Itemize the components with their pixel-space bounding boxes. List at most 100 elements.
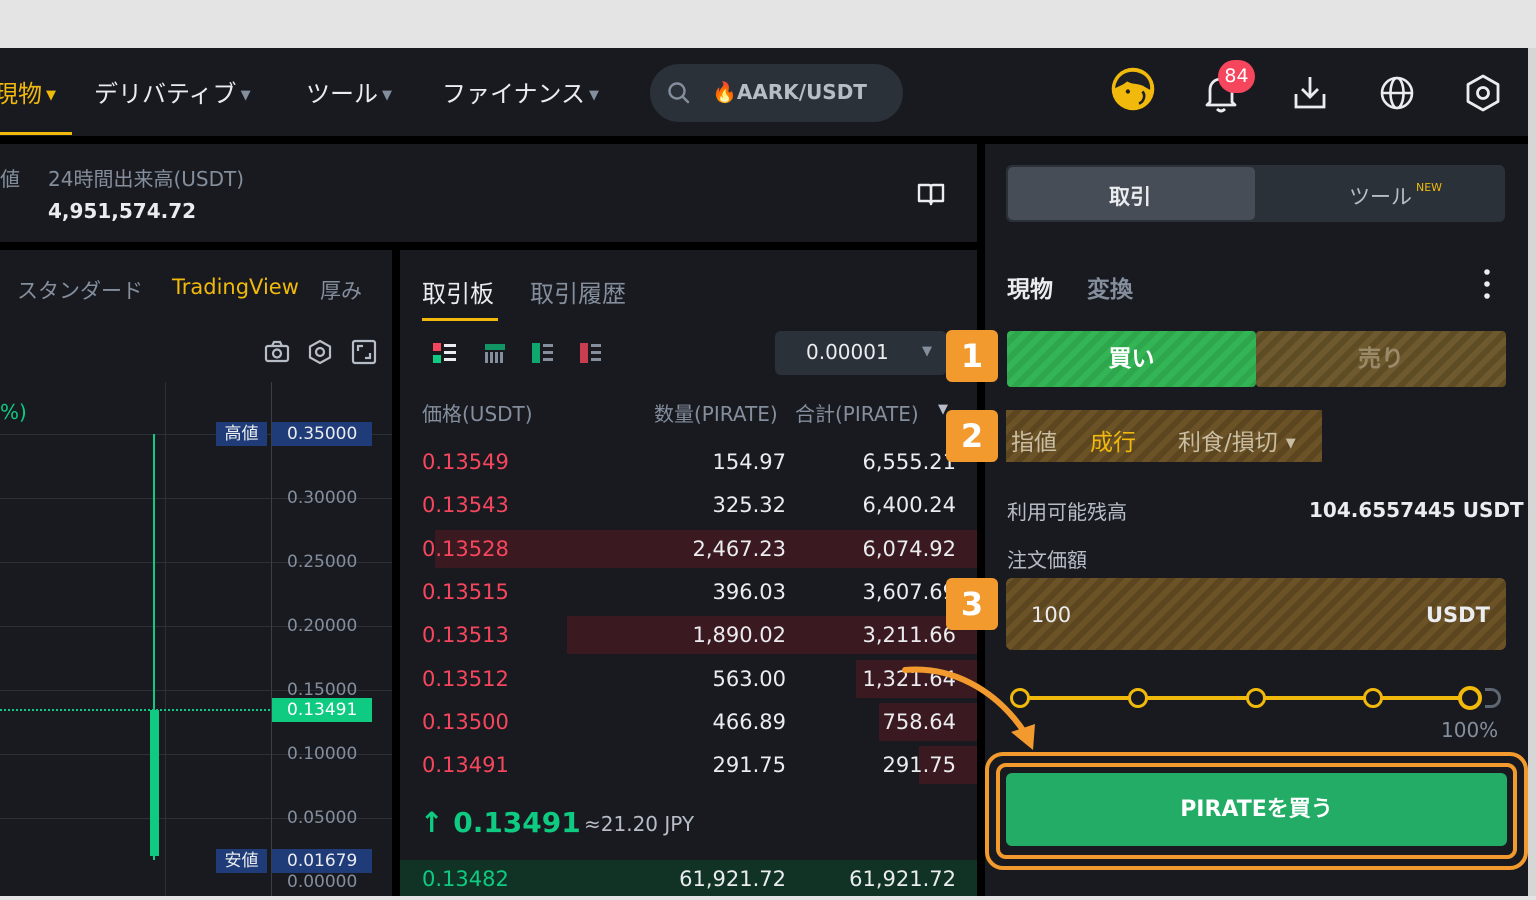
avatar[interactable] — [1110, 66, 1156, 112]
last-price: ↑ 0.13491 — [420, 806, 581, 839]
order-amount-unit: USDT — [1426, 603, 1490, 627]
orderbook-bids-icon[interactable] — [531, 341, 555, 365]
current-price-tag: 0.13491 — [272, 698, 372, 722]
header-total: 合計(PIRATE) — [795, 402, 919, 426]
globe-icon[interactable] — [1374, 70, 1420, 116]
tab-active-indicator — [422, 318, 498, 321]
high-label: 高値 — [216, 422, 267, 446]
candle-body — [150, 710, 159, 856]
price-tick: 0.25000 — [287, 552, 358, 572]
download-icon[interactable] — [1287, 70, 1333, 116]
ask-qty: 563.00 — [712, 666, 786, 691]
ask-price: 0.13515 — [422, 579, 509, 604]
order-type-market[interactable]: 成行 — [1090, 423, 1136, 457]
price-tick: 0.05000 — [287, 808, 358, 828]
step-badge-1: 1 — [946, 330, 998, 382]
available-balance-value: 104.6557445 USDT — [1309, 498, 1524, 522]
ask-row[interactable]: 0.13513 1,890.02 3,211.66 — [400, 616, 977, 655]
chart-tab-standard[interactable]: スタンダード — [17, 275, 143, 305]
ask-total: 6,555.21 — [862, 450, 956, 474]
nav-tools[interactable]: ツール ▼ — [306, 74, 392, 109]
search-placeholder: 🔥AARK/USDT — [712, 80, 867, 104]
nav-finance[interactable]: ファイナンス ▼ — [442, 74, 599, 109]
new-badge: NEW — [1416, 181, 1443, 194]
settings-icon[interactable] — [1460, 70, 1506, 116]
ask-row[interactable]: 0.13512 563.00 1,321.64 — [400, 659, 977, 698]
orderbook-asks-icon[interactable] — [579, 341, 603, 365]
order-type-tpsl[interactable]: 利食/損切 ▼ — [1178, 423, 1296, 457]
more-icon[interactable] — [1478, 266, 1496, 302]
orderbook-both-icon[interactable] — [432, 341, 458, 365]
search-icon — [668, 82, 690, 104]
ticker-clipped-label: 値 — [0, 167, 20, 191]
ask-row[interactable]: 0.13549 154.97 6,555.21 — [400, 443, 977, 481]
order-amount-label: 注文価額 — [1007, 548, 1087, 572]
slider-step-50[interactable] — [1246, 688, 1266, 708]
ask-total: 6,074.92 — [862, 536, 956, 561]
chart-percent-label: %) — [0, 400, 27, 424]
orderbook-trades-icon[interactable] — [483, 341, 507, 365]
ask-total: 6,400.24 — [862, 493, 956, 518]
ticker-bar — [0, 144, 977, 242]
bid-total: 61,921.72 — [849, 867, 956, 891]
ask-row[interactable]: 0.13543 325.32 6,400.24 — [400, 486, 977, 524]
ask-row[interactable]: 0.13515 396.03 3,607.69 — [400, 573, 977, 611]
chart-tab-tradingview[interactable]: TradingView — [172, 275, 299, 299]
step-badge-2: 2 — [946, 410, 998, 462]
volume-label: 24時間出来高(USDT) — [48, 167, 245, 191]
ask-price: 0.13549 — [422, 450, 509, 474]
ask-price: 0.13528 — [422, 536, 509, 561]
order-type-limit[interactable]: 指値 — [1011, 423, 1057, 457]
current-price-line — [0, 709, 270, 711]
camera-icon[interactable] — [263, 338, 291, 366]
price-tick: 0.10000 — [287, 744, 358, 764]
tab-spot[interactable]: 現物 — [1007, 270, 1053, 304]
ask-price: 0.13500 — [422, 709, 509, 734]
tab-trade-history[interactable]: 取引履歴 — [530, 274, 626, 309]
ask-qty: 466.89 — [712, 709, 786, 734]
price-tick: 0.15000 — [287, 680, 358, 700]
chart-tab-depth[interactable]: 厚み — [320, 275, 362, 305]
chart-settings-icon[interactable] — [306, 338, 334, 366]
tab-orderbook[interactable]: 取引板 — [422, 274, 494, 309]
price-tick: 0.20000 — [287, 616, 358, 636]
fullscreen-icon[interactable] — [350, 338, 378, 366]
bid-price: 0.13482 — [422, 867, 509, 891]
price-axis-divider — [271, 382, 272, 896]
nav-active-indicator — [0, 132, 72, 135]
sell-tab[interactable]: 売り — [1256, 331, 1506, 387]
bid-qty: 61,921.72 — [679, 867, 786, 891]
slider-step-25[interactable] — [1128, 688, 1148, 708]
ask-total: 3,607.69 — [862, 579, 956, 604]
low-value: 0.01679 — [272, 849, 372, 873]
arrow-icon — [902, 666, 1035, 750]
buy-tab[interactable]: 買い — [1007, 331, 1256, 387]
header-qty: 数量(PIRATE) — [654, 402, 778, 426]
ask-price: 0.13543 — [422, 493, 509, 518]
slider-step-75[interactable] — [1363, 688, 1383, 708]
ask-qty: 325.32 — [712, 493, 786, 518]
ask-total: 3,211.66 — [862, 623, 956, 648]
available-balance-label: 利用可能残高 — [1007, 500, 1127, 524]
ask-row[interactable]: 0.13500 466.89 758.64 — [400, 702, 977, 741]
buy-pirate-button[interactable]: PIRATEを買う — [1006, 773, 1507, 846]
ask-price: 0.13491 — [422, 753, 509, 778]
ask-qty: 396.03 — [712, 579, 786, 604]
bid-row[interactable]: 0.13482 61,921.72 61,921.72 — [400, 860, 977, 898]
ask-row[interactable]: 0.13528 2,467.23 6,074.92 — [400, 529, 977, 568]
book-icon[interactable] — [916, 180, 946, 208]
nav-spot[interactable]: 現物 ▼ — [0, 74, 56, 109]
header-price: 価格(USDT) — [422, 402, 533, 426]
tab-tools[interactable]: ツール NEW — [1349, 181, 1442, 211]
nav-derivatives[interactable]: デリバティブ ▼ — [94, 74, 251, 109]
percent-slider-track[interactable] — [1020, 696, 1470, 700]
ask-row[interactable]: 0.13491 291.75 291.75 — [400, 746, 977, 785]
tab-convert[interactable]: 変換 — [1087, 270, 1133, 304]
step-badge-3: 3 — [946, 578, 998, 630]
window-edge — [0, 896, 1536, 900]
high-value: 0.35000 — [272, 422, 372, 446]
slider-handle[interactable] — [1458, 686, 1482, 710]
tab-trade-label: 取引 — [1109, 185, 1151, 209]
ask-qty: 291.75 — [712, 753, 786, 778]
grid-line — [165, 382, 166, 896]
